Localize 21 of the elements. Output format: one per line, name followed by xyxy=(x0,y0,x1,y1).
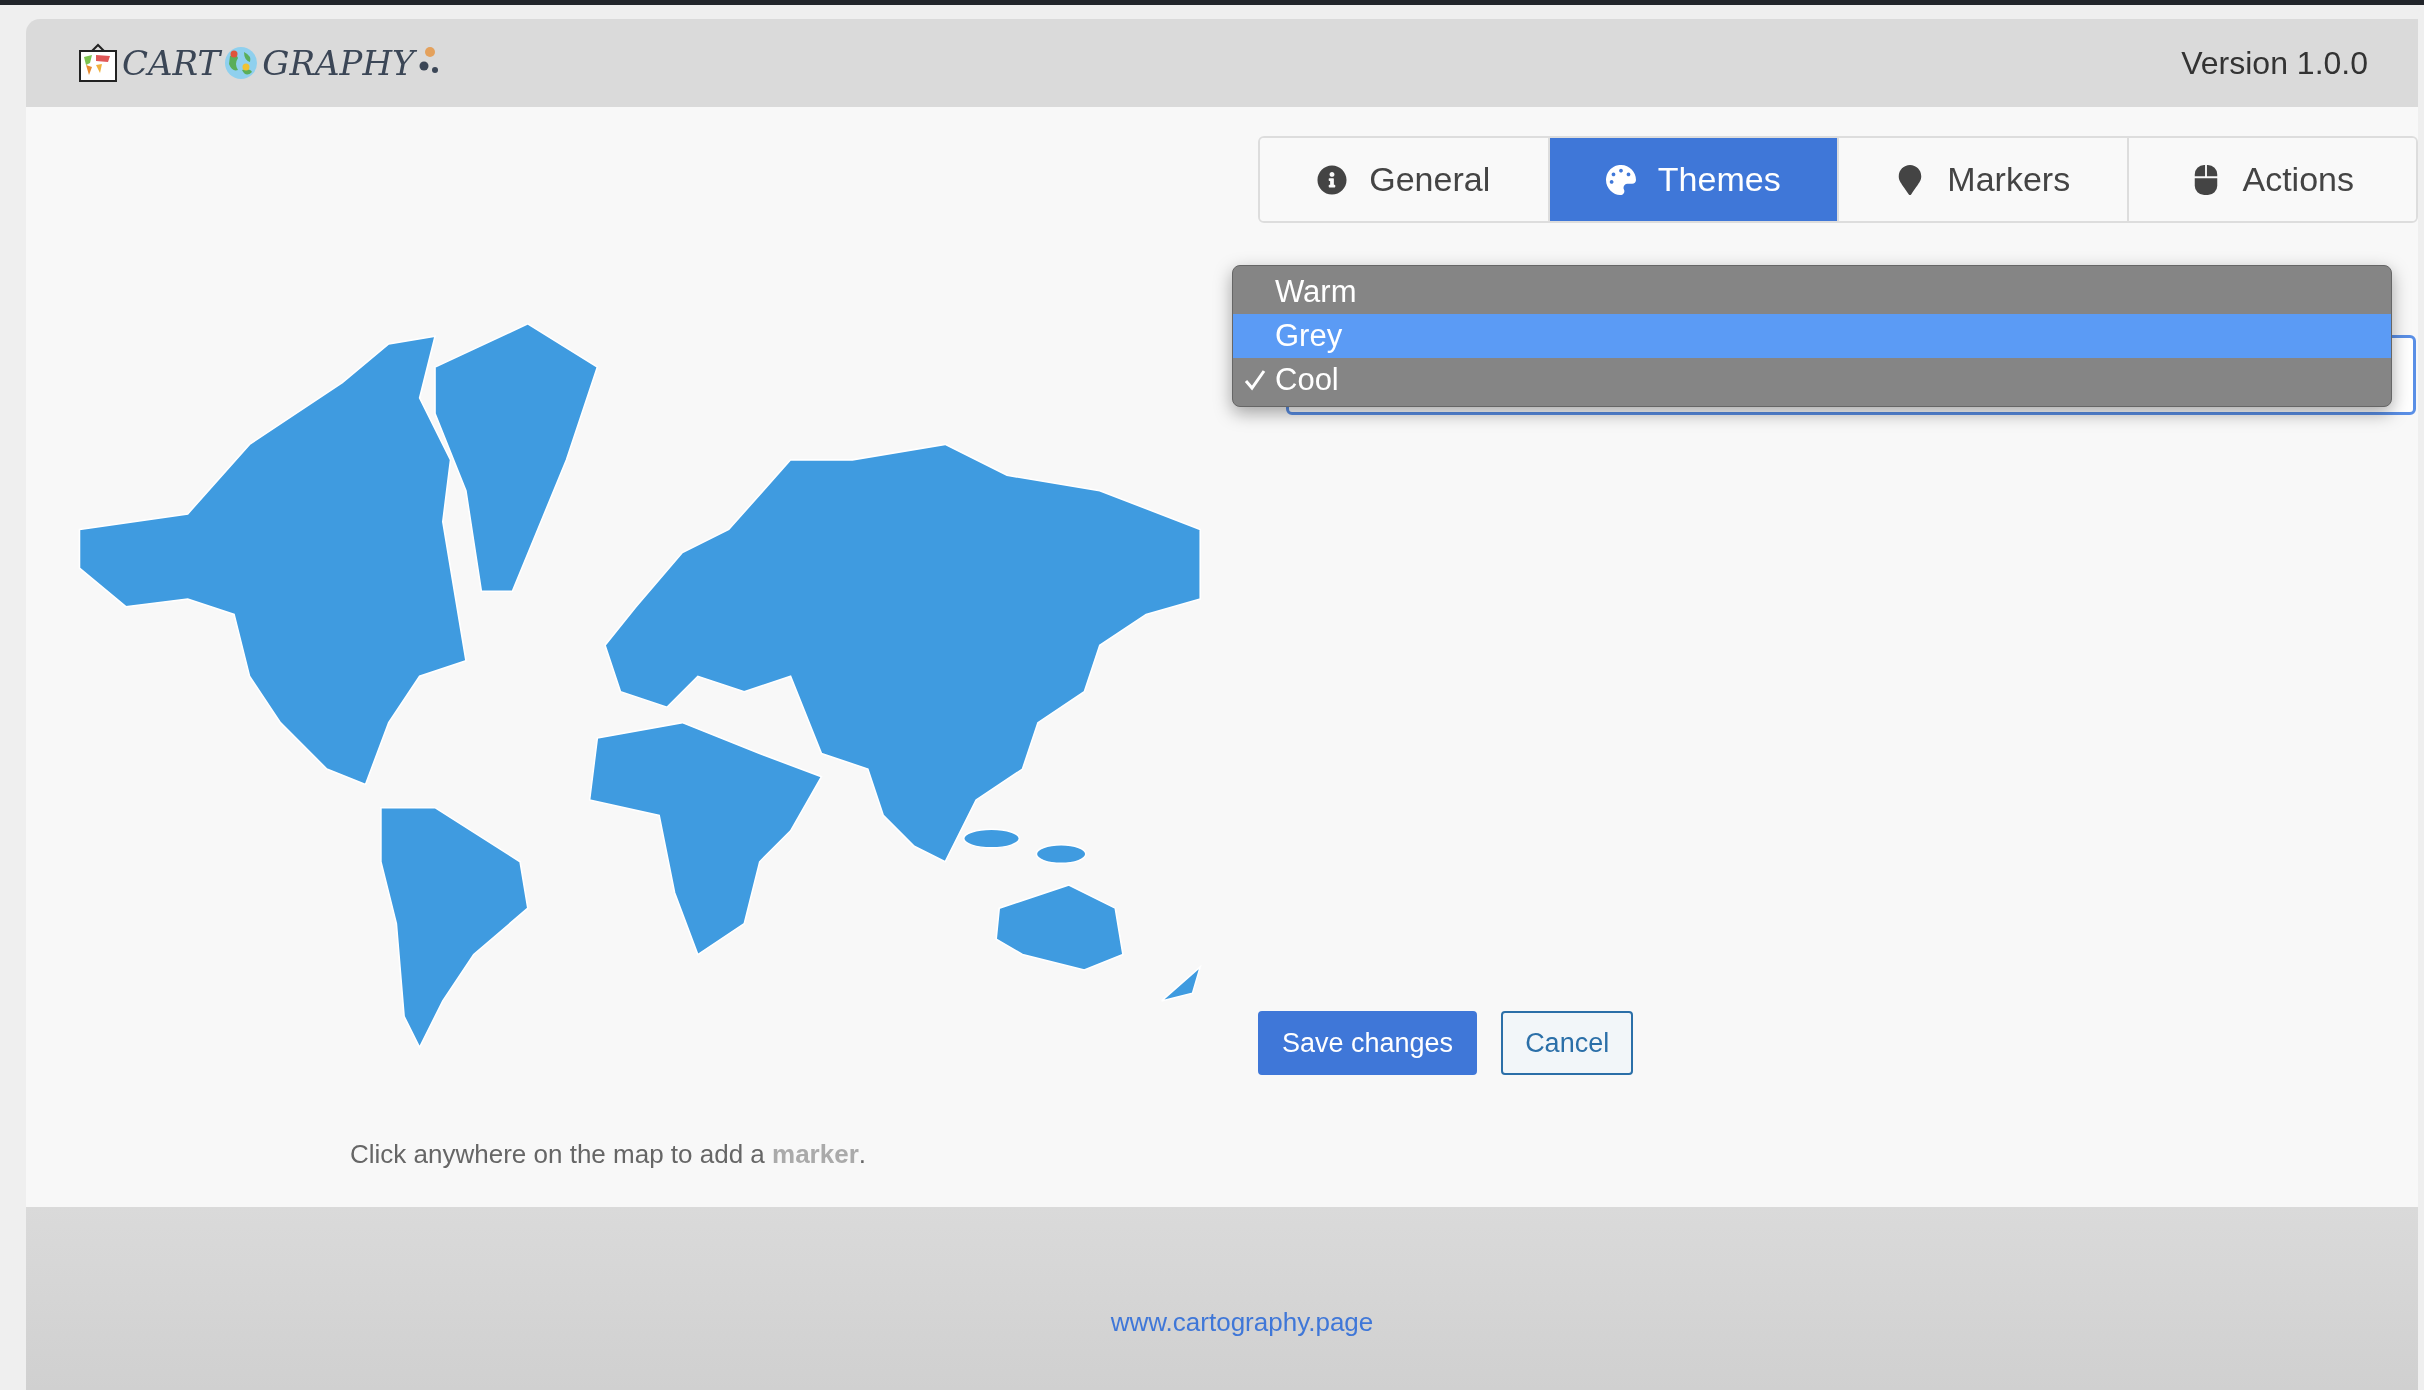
checkmark-icon xyxy=(1243,368,1267,392)
save-button[interactable]: Save changes xyxy=(1258,1011,1478,1075)
website-link[interactable]: www.cartography.page xyxy=(1110,1307,1374,1338)
logo-text: CART xyxy=(122,43,221,83)
palette-icon xyxy=(1605,164,1636,195)
menu-option[interactable]: Warm xyxy=(1233,270,2391,314)
tab[interactable]: Actions xyxy=(2126,138,2416,221)
world-map-drawing[interactable] xyxy=(78,322,1202,1049)
tab[interactable]: Themes xyxy=(1547,138,1837,221)
framed-map-icon xyxy=(78,43,118,83)
info-icon xyxy=(1317,164,1348,195)
version-label: Version 1.0.0 xyxy=(2181,44,2368,82)
option-label: Cool xyxy=(1275,362,1339,398)
option-label: Warm xyxy=(1275,274,1357,310)
logo-text: GRAPHY xyxy=(262,43,415,83)
cancel-button[interactable]: Cancel xyxy=(1501,1011,1634,1075)
map-hint-text: Click anywhere on the map to add a marker. xyxy=(350,1139,866,1170)
menu-option[interactable]: Grey xyxy=(1233,314,2391,358)
globe-icon xyxy=(224,46,259,80)
option-label: Grey xyxy=(1275,318,1343,354)
menu-option[interactable]: Cool xyxy=(1233,358,2391,402)
